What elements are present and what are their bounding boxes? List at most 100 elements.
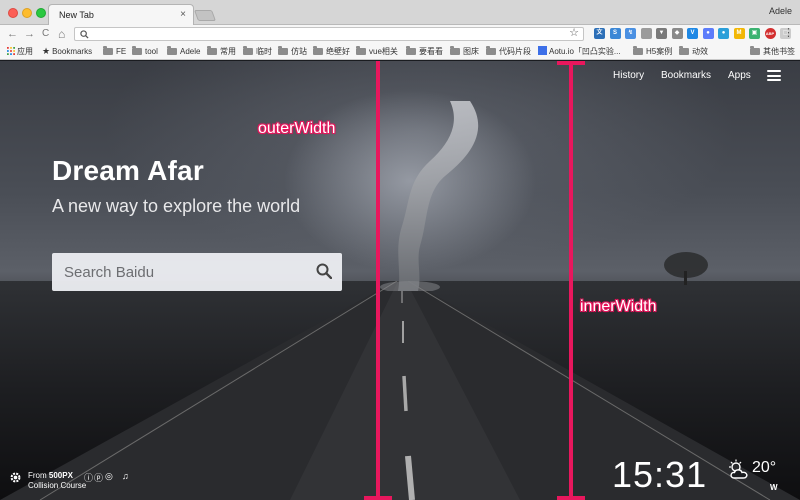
folder-icon [313,46,323,55]
page-title: Dream Afar [52,155,204,186]
bookmark-folder[interactable]: tool [132,46,158,57]
folder-icon [486,46,496,55]
bookmark-label: tool [145,47,158,56]
bookmark-label: H5案例 [646,47,673,56]
bookmark-label: Bookmarks [52,47,93,56]
apps-grid-icon [7,47,15,55]
bookmark-folder[interactable]: 仿站 [278,46,307,57]
folder-icon [356,46,366,55]
search-box[interactable] [52,253,342,291]
tab-close-icon[interactable]: × [180,9,186,20]
ext-4-icon[interactable] [640,28,652,39]
tornado-image [380,101,479,291]
wind-direction: W [770,483,778,492]
bookmark-label: 绝壁好 [326,47,350,56]
bookmark-label: FE [116,47,127,56]
aotu-favicon-icon [538,46,547,55]
bookmark-folder[interactable]: 图床 [450,46,479,57]
ext-2-icon[interactable]: S [609,28,621,39]
inner-width-cap-top [557,61,585,65]
folder-icon [406,46,416,55]
tab-new-tab[interactable]: New Tab × [48,4,194,25]
bookmark-label: 图床 [463,47,479,56]
bookmark-folder[interactable]: H5案例 [633,46,672,57]
minimize-window-button[interactable] [22,8,32,18]
ext-6-icon[interactable]: ◆ [671,28,683,39]
home-icon[interactable]: ⌂ [58,26,65,42]
bookmark-folder[interactable]: 绝壁好 [313,46,350,57]
ext-3-icon[interactable]: ↯ [625,28,636,39]
ext-7-icon[interactable]: V [687,28,698,39]
outer-width-cap-bottom [364,496,392,500]
back-icon[interactable]: ← [7,26,18,42]
maximize-window-button[interactable] [36,8,46,18]
address-input[interactable] [91,29,561,39]
outer-width-label: outerWidth [258,120,336,137]
folder-icon [132,46,142,55]
pinterest-icon[interactable]: ⓟ [94,471,103,484]
bookmark-label: 仿站 [291,47,307,56]
bookmark-folder[interactable]: 代码片段 [486,46,531,57]
bookmark-folder[interactable]: 动效 [679,46,708,57]
close-window-button[interactable] [8,8,18,18]
tab-title: New Tab [59,10,94,20]
partly-cloudy-icon [729,459,748,479]
search-input[interactable] [64,261,304,283]
temperature: 20° [752,459,777,476]
bookmark-label: 应用 [17,47,33,56]
profile-name[interactable]: Adele [769,6,792,16]
bookmark-item[interactable]: ★ Bookmarks [42,46,92,57]
bookmark-label: Aotu.io「凹凸实验... [549,47,621,56]
bookmark-apps[interactable]: 应用 [7,46,33,57]
bookmark-folder[interactable]: 常用 [207,46,236,57]
ext-9-icon[interactable]: ● [718,28,729,39]
address-bar[interactable]: ☆ [74,27,584,41]
folder-icon [633,46,643,55]
ext-10-icon[interactable]: M [733,28,745,39]
bookmark-folder[interactable]: FE [103,46,126,57]
notification-bell-icon[interactable]: ♫ [122,471,129,481]
hamburger-menu-icon[interactable] [767,70,781,81]
bookmark-folder[interactable]: 临时 [243,46,272,57]
bookmark-folder[interactable]: vue相关 [356,46,398,57]
browser-toolbar: ← → C ⌂ ☆ 文 S ↯ ▼ ◆ V ● ● M ▣ ABP ▢ ⋮ [0,25,800,43]
new-tab-button[interactable] [193,10,217,21]
bookmark-folder[interactable]: Adele [167,46,200,57]
ext-11-icon[interactable]: ▣ [749,28,760,39]
ext-12-icon[interactable]: ABP [764,28,776,39]
ext-5-icon[interactable]: ▼ [656,28,667,39]
bookmark-other-folder[interactable]: 其他书签 [750,46,795,57]
folder-icon [103,46,113,55]
folder-icon [243,46,253,55]
bookmark-folder[interactable]: 要看看 [406,46,443,57]
clock: 15:31 [612,454,708,495]
folder-icon [750,46,760,55]
bookmark-label: 动效 [692,47,708,56]
bookmarks-bar: 应用 ★ Bookmarks FE tool Adele 常用 临时 仿站 绝壁好… [0,43,800,60]
bookmark-star-icon[interactable]: ☆ [569,26,579,39]
reload-icon[interactable]: C [42,26,49,42]
bookmarks-link[interactable]: Bookmarks [661,70,711,81]
folder-icon [207,46,217,55]
bookmark-label: 要看看 [419,47,443,56]
tree-image [664,252,708,285]
apps-link[interactable]: Apps [728,70,751,81]
inner-width-label: innerWidth [580,298,657,315]
forward-icon[interactable]: → [24,26,35,42]
weibo-icon[interactable]: ◎ [105,471,113,482]
search-icon[interactable] [316,263,332,279]
credit-source[interactable]: 500PX [49,471,73,480]
window-titlebar: New Tab × Adele [0,0,800,25]
bookmark-item[interactable]: Aotu.io「凹凸实验... [538,46,621,57]
folder-icon [679,46,689,55]
gear-icon[interactable] [9,471,22,484]
info-icon[interactable]: ⓘ [84,471,93,484]
folder-icon [278,46,288,55]
history-link[interactable]: History [613,70,644,81]
ext-1-icon[interactable]: 文 [594,28,605,39]
credit-photo-title[interactable]: Collision Course [28,481,86,490]
credit-from: From [28,471,47,480]
browser-menu-icon[interactable]: ⋮ [783,25,794,41]
ext-8-icon[interactable]: ● [702,28,714,39]
search-icon [80,30,89,39]
